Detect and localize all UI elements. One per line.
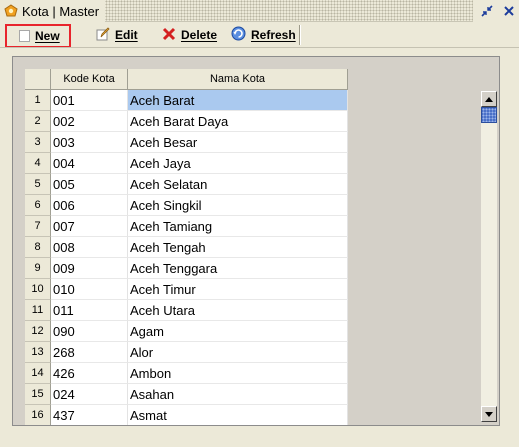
cell-kode-kota[interactable]: 007 <box>51 216 128 237</box>
column-header-kode[interactable]: Kode Kota <box>51 69 128 90</box>
cell-kode-kota[interactable]: 268 <box>51 342 128 363</box>
cell-kode-kota[interactable]: 011 <box>51 300 128 321</box>
scroll-down-button[interactable] <box>481 406 497 422</box>
row-number[interactable]: 10 <box>25 279 51 300</box>
table-row[interactable]: 10 010 Aceh Timur <box>25 279 348 300</box>
new-button-label: New <box>35 29 60 43</box>
toolbar-divider <box>0 47 519 48</box>
row-number[interactable]: 16 <box>25 405 51 425</box>
cell-kode-kota[interactable]: 009 <box>51 258 128 279</box>
delete-button-label: Delete <box>181 28 218 42</box>
edit-button[interactable]: Edit <box>96 24 138 46</box>
cell-nama-kota[interactable]: Aceh Besar <box>128 132 348 153</box>
arrow-down-icon <box>485 411 493 417</box>
refresh-button-label: Refresh <box>251 28 296 42</box>
toolbar: New Edit Delete Refresh <box>0 22 519 48</box>
cell-nama-kota[interactable]: Aceh Singkil <box>128 195 348 216</box>
title-area: Kota | Master <box>0 0 106 22</box>
cell-kode-kota[interactable]: 002 <box>51 111 128 132</box>
table-row[interactable]: 14 426 Ambon <box>25 363 348 384</box>
row-number[interactable]: 13 <box>25 342 51 363</box>
row-number[interactable]: 15 <box>25 384 51 405</box>
cell-nama-kota[interactable]: Aceh Tengah <box>128 237 348 258</box>
scroll-up-button[interactable] <box>481 91 497 107</box>
restore-icon[interactable] <box>479 3 495 19</box>
cell-kode-kota[interactable]: 008 <box>51 237 128 258</box>
cell-kode-kota[interactable]: 010 <box>51 279 128 300</box>
row-number[interactable]: 9 <box>25 258 51 279</box>
cell-kode-kota[interactable]: 001 <box>51 90 128 111</box>
cell-nama-kota[interactable]: Aceh Tamiang <box>128 216 348 237</box>
cell-nama-kota[interactable]: Ambon <box>128 363 348 384</box>
row-number[interactable]: 3 <box>25 132 51 153</box>
grid-header: Kode Kota Nama Kota <box>25 69 348 90</box>
edit-button-label: Edit <box>115 28 138 42</box>
cell-nama-kota[interactable]: Aceh Tenggara <box>128 258 348 279</box>
column-header-nama[interactable]: Nama Kota <box>128 69 348 90</box>
table-row[interactable]: 5 005 Aceh Selatan <box>25 174 348 195</box>
cell-nama-kota[interactable]: Asahan <box>128 384 348 405</box>
cell-nama-kota[interactable]: Agam <box>128 321 348 342</box>
row-number[interactable]: 14 <box>25 363 51 384</box>
cell-kode-kota[interactable]: 003 <box>51 132 128 153</box>
table-row[interactable]: 16 437 Asmat <box>25 405 348 425</box>
cell-kode-kota[interactable]: 437 <box>51 405 128 425</box>
row-number[interactable]: 1 <box>25 90 51 111</box>
delete-x-icon <box>162 27 176 44</box>
arrow-up-icon <box>485 96 493 102</box>
vertical-scrollbar[interactable] <box>481 91 497 422</box>
cell-kode-kota[interactable]: 006 <box>51 195 128 216</box>
edit-pencil-icon <box>96 26 110 44</box>
cell-nama-kota[interactable]: Aceh Selatan <box>128 174 348 195</box>
table-row[interactable]: 11 011 Aceh Utara <box>25 300 348 321</box>
row-number[interactable]: 2 <box>25 111 51 132</box>
table-row[interactable]: 7 007 Aceh Tamiang <box>25 216 348 237</box>
table-row[interactable]: 15 024 Asahan <box>25 384 348 405</box>
app-logo-icon <box>4 4 18 18</box>
refresh-button[interactable]: Refresh <box>231 24 296 46</box>
window-controls <box>473 0 519 22</box>
cell-nama-kota[interactable]: Aceh Timur <box>128 279 348 300</box>
cell-nama-kota[interactable]: Aceh Utara <box>128 300 348 321</box>
grid-panel: Kode Kota Nama Kota 1 001 Aceh Barat 2 002 Ac… <box>12 56 500 426</box>
new-document-icon <box>19 30 30 42</box>
cell-nama-kota[interactable]: Aceh Barat <box>128 90 348 111</box>
cell-nama-kota[interactable]: Aceh Barat Daya <box>128 111 348 132</box>
row-number[interactable]: 5 <box>25 174 51 195</box>
new-button[interactable]: New <box>5 24 71 48</box>
window-title: Kota | Master <box>22 3 100 19</box>
table-row[interactable]: 13 268 Alor <box>25 342 348 363</box>
row-number[interactable]: 4 <box>25 153 51 174</box>
row-number[interactable]: 7 <box>25 216 51 237</box>
data-grid: Kode Kota Nama Kota 1 001 Aceh Barat 2 002 Ac… <box>25 69 479 425</box>
cell-kode-kota[interactable]: 004 <box>51 153 128 174</box>
row-number[interactable]: 6 <box>25 195 51 216</box>
row-number[interactable]: 12 <box>25 321 51 342</box>
cell-kode-kota[interactable]: 024 <box>51 384 128 405</box>
table-row[interactable]: 1 001 Aceh Barat <box>25 90 348 111</box>
table-row[interactable]: 12 090 Agam <box>25 321 348 342</box>
title-bar: Kota | Master <box>0 0 519 22</box>
table-row[interactable]: 2 002 Aceh Barat Daya <box>25 111 348 132</box>
table-row[interactable]: 8 008 Aceh Tengah <box>25 237 348 258</box>
table-row[interactable]: 9 009 Aceh Tenggara <box>25 258 348 279</box>
close-icon[interactable] <box>501 3 517 19</box>
cell-kode-kota[interactable]: 005 <box>51 174 128 195</box>
row-number[interactable]: 8 <box>25 237 51 258</box>
row-number[interactable]: 11 <box>25 300 51 321</box>
grid-rows: 1 001 Aceh Barat 2 002 Aceh Barat Daya 3 003 Ace… <box>25 90 348 425</box>
cell-nama-kota[interactable]: Alor <box>128 342 348 363</box>
delete-button[interactable]: Delete <box>162 24 217 46</box>
table-row[interactable]: 4 004 Aceh Jaya <box>25 153 348 174</box>
cell-kode-kota[interactable]: 426 <box>51 363 128 384</box>
refresh-icon <box>231 26 246 44</box>
cell-kode-kota[interactable]: 090 <box>51 321 128 342</box>
cell-nama-kota[interactable]: Asmat <box>128 405 348 425</box>
table-row[interactable]: 6 006 Aceh Singkil <box>25 195 348 216</box>
scroll-thumb[interactable] <box>481 107 497 123</box>
toolbar-separator <box>299 25 301 45</box>
table-row[interactable]: 3 003 Aceh Besar <box>25 132 348 153</box>
cell-nama-kota[interactable]: Aceh Jaya <box>128 153 348 174</box>
row-header-corner <box>25 69 51 90</box>
